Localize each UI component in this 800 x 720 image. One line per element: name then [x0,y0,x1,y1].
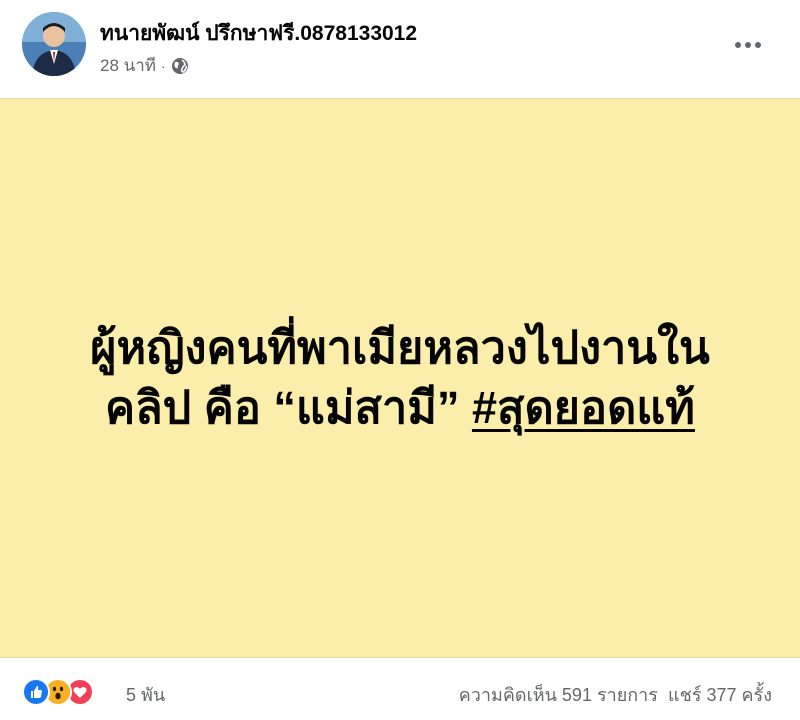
share-count[interactable]: แชร์ 377 ครั้ง [668,680,772,709]
author-avatar[interactable] [22,12,86,76]
post-text: ผู้หญิงคนที่พาเมียหลวงไปงานใน คลิป คือ “… [90,318,710,438]
avatar-photo [22,12,86,76]
post-meta: 28 นาที · [100,52,189,79]
globe-icon[interactable] [171,57,189,75]
post-text-line-1: ผู้หญิงคนที่พาเมียหลวงไปงานใน [90,322,710,374]
like-icon [22,678,50,706]
comment-count[interactable]: ความคิดเห็น 591 รายการ [459,680,658,709]
post-header: ทนายพัฒน์ ปรึกษาฟรี.0878133012 28 นาที · [0,0,800,98]
hashtag-link[interactable]: #สุดยอดแท้ [472,382,695,433]
reaction-icons[interactable] [22,678,94,706]
more-horizontal-icon [735,42,761,48]
post-text-line-2-prefix: คลิป คือ “แม่สามี” [105,382,472,433]
post-footer: 5 พัน ความคิดเห็น 591 รายการ แชร์ 377 คร… [0,658,800,720]
post-text-line-2: คลิป คือ “แม่สามี” #สุดยอดแท้ [90,378,710,438]
post-stats: ความคิดเห็น 591 รายการ แชร์ 377 ครั้ง [459,680,772,709]
post-timestamp[interactable]: 28 นาที [100,52,156,79]
more-options-button[interactable] [722,28,774,62]
post-text-card: ผู้หญิงคนที่พาเมียหลวงไปงานใน คลิป คือ “… [0,98,800,658]
author-name[interactable]: ทนายพัฒน์ ปรึกษาฟรี.0878133012 [100,17,417,50]
reaction-count[interactable]: 5 พัน [126,680,165,709]
meta-separator: · [161,57,166,74]
